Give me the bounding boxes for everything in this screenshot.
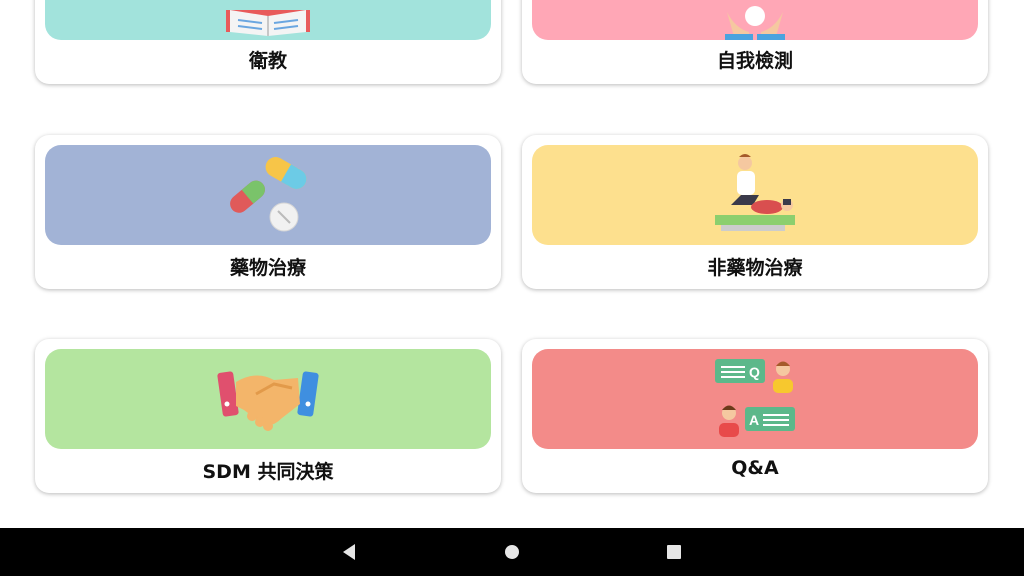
card-label: 自我檢測 <box>716 50 793 72</box>
home-circle-icon[interactable] <box>500 540 524 564</box>
card-label: 藥物治療 <box>229 257 306 279</box>
card-label: SDM 共同決策 <box>202 461 334 483</box>
svg-text:Q: Q <box>749 364 760 380</box>
svg-text:A: A <box>749 412 759 428</box>
handshake-icon <box>217 371 319 431</box>
card-banner <box>45 349 491 449</box>
card-qa[interactable]: Q A Q&A <box>522 339 988 493</box>
card-label: 非藥物治療 <box>707 257 803 279</box>
pills-icon <box>230 157 307 232</box>
card-banner <box>45 0 491 40</box>
card-health-education[interactable]: 衛教 <box>35 0 501 84</box>
card-banner <box>532 0 978 40</box>
back-triangle-icon[interactable] <box>337 540 361 564</box>
system-navigation-bar <box>0 528 1024 576</box>
card-banner: Q A <box>532 349 978 449</box>
recents-square-icon[interactable] <box>662 540 686 564</box>
physiotherapy-icon <box>715 154 795 231</box>
hands-icon <box>725 6 785 40</box>
card-sdm[interactable]: SDM 共同決策 <box>35 339 501 493</box>
card-banner <box>532 145 978 245</box>
card-medication[interactable]: 藥物治療 <box>35 135 501 289</box>
card-label: Q&A <box>731 457 779 479</box>
qa-chat-icon: Q A <box>715 359 795 437</box>
open-book-icon <box>226 10 310 36</box>
card-banner <box>45 145 491 245</box>
card-self-test[interactable]: 自我檢測 <box>522 0 988 84</box>
card-non-medication[interactable]: 非藥物治療 <box>522 135 988 289</box>
card-label: 衛教 <box>248 50 287 72</box>
